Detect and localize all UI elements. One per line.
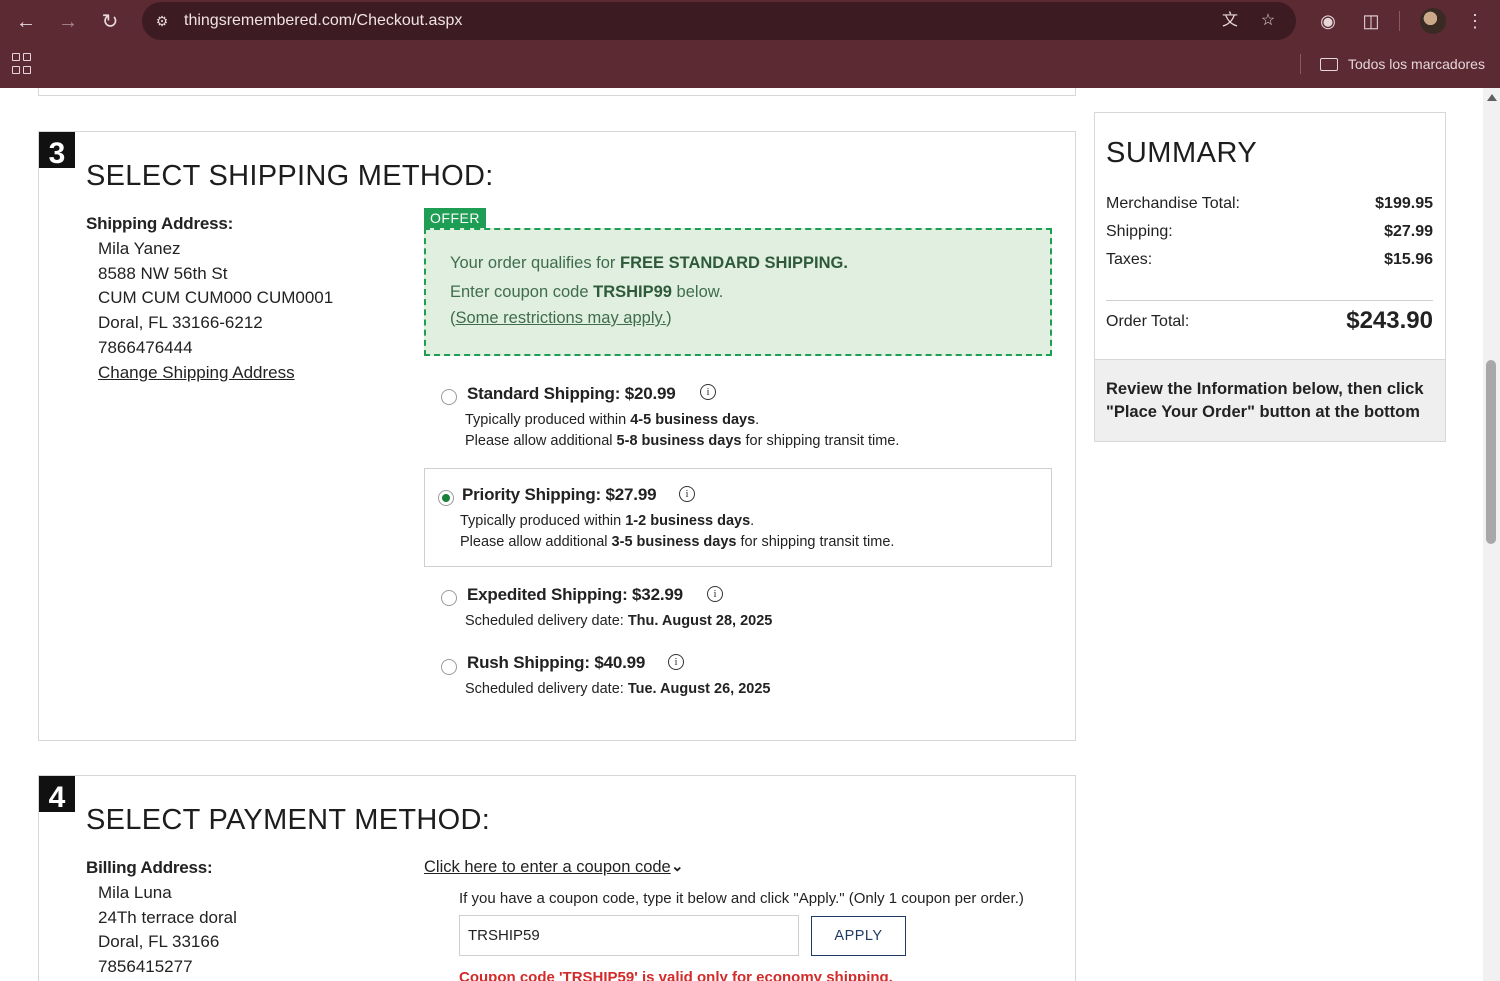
change-shipping-address-link[interactable]: Change Shipping Address [86, 361, 333, 386]
billing-address: Billing Address: Mila Luna 24Th terrace … [86, 858, 237, 980]
option-title: Standard Shipping: $20.99 [467, 384, 676, 403]
address-line: 24Th terrace doral [98, 907, 237, 927]
address-line: 8588 NW 56th St [98, 263, 228, 283]
free-shipping-offer: Your order qualifies for FREE STANDARD S… [424, 228, 1052, 356]
browser-chrome: ← → ↻ ⚙ thingsremembered.com/Checkout.as… [0, 0, 1500, 88]
step-number-badge: 4 [39, 776, 75, 814]
option-detail: Typically produced within 4-5 business d… [465, 412, 760, 428]
taxes-label: Taxes: [1106, 251, 1153, 268]
option-detail: Scheduled delivery date: Thu. August 28,… [465, 613, 773, 629]
extension-badge-icon[interactable]: ◉ [1315, 8, 1341, 34]
option-detail: Scheduled delivery date: Tue. August 26,… [465, 681, 771, 697]
address-line: Doral, FL 33166-6212 [98, 313, 263, 333]
option-detail: Typically produced within 1-2 business d… [460, 513, 755, 529]
offer-line-2: Enter coupon code TRSHIP99 below. [450, 283, 724, 301]
option-title: Expedited Shipping: $32.99 [467, 585, 683, 604]
reload-icon[interactable]: ↻ [96, 8, 124, 36]
bookmarks-folder[interactable]: Todos los marcadores [1320, 53, 1485, 75]
info-icon[interactable]: i [707, 586, 723, 602]
merchandise-total-label: Merchandise Total: [1106, 195, 1240, 212]
offer-tag: OFFER [424, 208, 486, 228]
option-title: Rush Shipping: $40.99 [467, 653, 646, 672]
forward-icon[interactable]: → [54, 8, 82, 36]
shipping-option-priority[interactable]: Priority Shipping: $27.99 i Typically pr… [424, 468, 1052, 567]
url-text[interactable]: thingsremembered.com/Checkout.aspx [184, 12, 462, 30]
address-bar[interactable]: ⚙ thingsremembered.com/Checkout.aspx 文 ☆ [142, 2, 1296, 40]
shipping-option-standard[interactable]: Standard Shipping: $20.99 i Typically pr… [424, 372, 1052, 462]
order-total-label: Order Total: [1106, 313, 1190, 330]
summary-divider [1106, 300, 1433, 301]
address-line: Mila Luna [98, 883, 172, 902]
puzzle-icon[interactable]: ◫ [1358, 8, 1384, 34]
radio-priority[interactable] [438, 490, 454, 506]
bookmarks-folder-label: Todos los marcadores [1348, 56, 1485, 72]
radio-expedited[interactable] [441, 590, 457, 606]
coupon-code-input[interactable] [459, 915, 799, 956]
address-line: CUM CUM CUM000 CUM0001 [98, 288, 334, 308]
page-viewport: 3 SELECT SHIPPING METHOD: Shipping Addre… [0, 88, 1483, 981]
restrictions-link[interactable]: Some restrictions may apply. [456, 309, 667, 327]
radio-standard[interactable] [441, 389, 457, 405]
merchandise-total-row: Merchandise Total: $199.95 [1106, 195, 1433, 213]
payment-step-title: SELECT PAYMENT METHOD: [86, 804, 491, 836]
previous-step-box [38, 88, 1076, 96]
translate-icon[interactable]: 文 [1219, 10, 1241, 32]
apply-coupon-button[interactable]: APPLY [811, 916, 906, 956]
shipping-option-rush[interactable]: Rush Shipping: $40.99 i Scheduled delive… [424, 647, 1052, 707]
order-summary: SUMMARY Merchandise Total: $199.95 Shipp… [1094, 112, 1446, 442]
shipping-option-expedited[interactable]: Expedited Shipping: $32.99 i Scheduled d… [424, 578, 1052, 638]
scroll-up-icon[interactable] [1487, 94, 1497, 101]
address-line: 7866476444 [98, 337, 193, 357]
shipping-address: Shipping Address: Mila Yanez 8588 NW 56t… [86, 214, 333, 385]
option-detail: Please allow additional 3-5 business day… [460, 534, 895, 550]
star-icon[interactable]: ☆ [1257, 10, 1279, 32]
offer-line-3: (Some restrictions may apply.) [450, 309, 672, 327]
profile-avatar[interactable] [1420, 8, 1446, 34]
shipping-step-title: SELECT SHIPPING METHOD: [86, 160, 494, 192]
coupon-error-message: Coupon code 'TRSHIP59' is valid only for… [459, 969, 893, 981]
info-icon[interactable]: i [679, 486, 695, 502]
shipping-value: $27.99 [1384, 223, 1433, 240]
taxes-row: Taxes: $15.96 [1106, 251, 1433, 269]
shipping-row: Shipping: $27.99 [1106, 223, 1433, 241]
step-number-badge: 3 [39, 132, 75, 170]
chevron-down-icon[interactable]: ⌄ [671, 857, 684, 875]
folder-icon [1320, 58, 1338, 71]
page-scrollbar[interactable] [1483, 88, 1500, 981]
merchandise-total-value: $199.95 [1375, 195, 1433, 212]
coupon-help-text: If you have a coupon code, type it below… [459, 890, 1024, 907]
review-note: Review the Information below, then click… [1095, 359, 1445, 441]
address-line: 7856415277 [98, 957, 193, 977]
billing-address-header: Billing Address: [86, 858, 213, 877]
shipping-label: Shipping: [1106, 223, 1173, 240]
option-title: Priority Shipping: $27.99 [462, 485, 657, 504]
info-icon[interactable]: i [668, 654, 684, 670]
radio-rush[interactable] [441, 659, 457, 675]
address-line: Mila Yanez [98, 239, 181, 258]
back-icon[interactable]: ← [12, 8, 40, 36]
offer-line-1: Your order qualifies for FREE STANDARD S… [450, 254, 848, 272]
order-total-row: Order Total: $243.90 [1106, 307, 1433, 334]
info-icon[interactable]: i [700, 384, 716, 400]
coupon-toggle-link[interactable]: Click here to enter a coupon code [424, 858, 671, 877]
shipping-step: 3 SELECT SHIPPING METHOD: Shipping Addre… [38, 131, 1076, 741]
bookmarks-divider [1300, 54, 1301, 74]
payment-step: 4 SELECT PAYMENT METHOD: Billing Address… [38, 775, 1076, 981]
apps-grid-icon[interactable] [12, 53, 34, 75]
scrollbar-thumb[interactable] [1486, 360, 1496, 544]
toolbar-divider [1399, 11, 1400, 31]
site-settings-icon[interactable]: ⚙ [152, 11, 172, 31]
shipping-address-header: Shipping Address: [86, 214, 234, 233]
order-total-value: $243.90 [1346, 307, 1433, 334]
option-detail: Please allow additional 5-8 business day… [465, 433, 900, 449]
menu-dots-icon[interactable]: ⋮ [1462, 8, 1488, 34]
address-line: Doral, FL 33166 [98, 932, 220, 952]
taxes-value: $15.96 [1384, 251, 1433, 268]
summary-title: SUMMARY [1106, 137, 1258, 169]
